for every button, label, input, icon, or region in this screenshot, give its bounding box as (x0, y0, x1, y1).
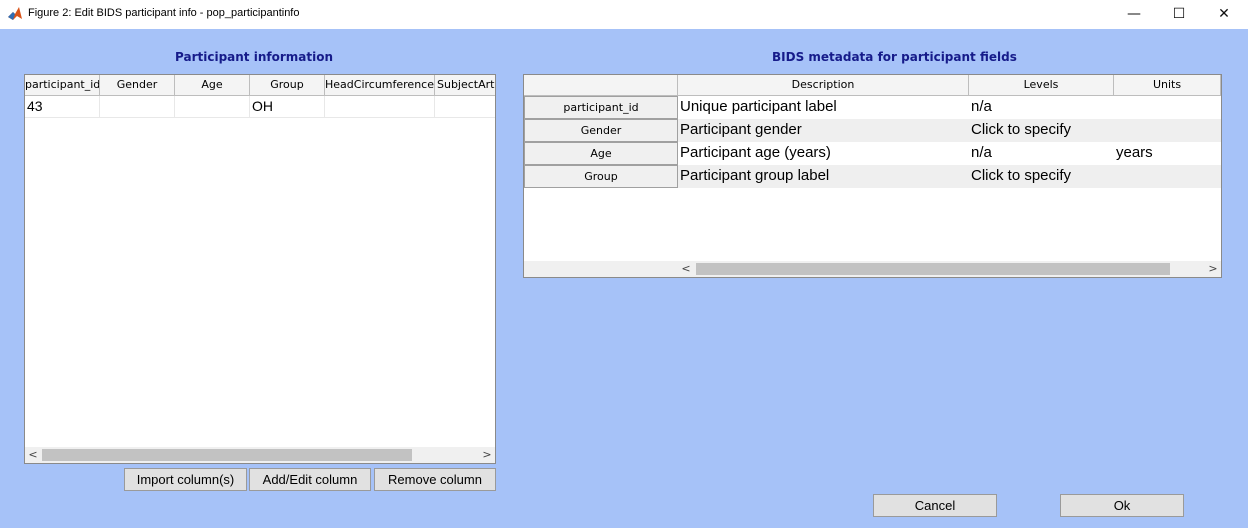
corner-header (524, 75, 678, 96)
import-columns-button[interactable]: Import column(s) (124, 468, 247, 491)
levels-cell[interactable]: Click to specify (969, 119, 1114, 142)
levels-cell[interactable]: n/a (969, 96, 1114, 119)
column-header[interactable]: Gender (100, 75, 175, 96)
participant-table-header: participant_id Gender Age Group HeadCirc… (25, 75, 495, 96)
participant-info-title: Participant information (175, 50, 333, 64)
table-row: Participant age (years) n/a years (678, 142, 1221, 165)
column-header[interactable]: Levels (969, 75, 1114, 96)
horizontal-scrollbar[interactable]: < > (25, 447, 495, 463)
description-cell[interactable]: Unique participant label (678, 96, 969, 119)
row-header-group[interactable]: Group (524, 165, 678, 188)
remove-column-button[interactable]: Remove column (374, 468, 496, 491)
column-header[interactable]: Description (678, 75, 969, 96)
table-cell[interactable] (435, 96, 495, 118)
window-title: Figure 2: Edit BIDS participant info - p… (28, 7, 300, 19)
table-row: Participant gender Click to specify (678, 119, 1221, 142)
table-row: 43 OH (25, 96, 495, 118)
scroll-left-icon[interactable]: < (25, 447, 41, 463)
units-cell[interactable] (1114, 96, 1221, 119)
minimize-button[interactable]: — (1111, 0, 1157, 29)
levels-cell[interactable]: Click to specify (969, 165, 1114, 188)
column-header[interactable]: Units (1114, 75, 1221, 96)
table-cell[interactable] (175, 96, 250, 118)
description-cell[interactable]: Participant gender (678, 119, 969, 142)
units-cell[interactable]: years (1114, 142, 1221, 165)
scroll-left-icon[interactable]: < (678, 261, 694, 277)
row-header-age[interactable]: Age (524, 142, 678, 165)
scroll-thumb[interactable] (696, 263, 1170, 275)
description-cell[interactable]: Participant age (years) (678, 142, 969, 165)
horizontal-scrollbar[interactable]: < > (524, 261, 1221, 277)
cancel-button[interactable]: Cancel (873, 494, 997, 517)
matlab-logo-icon (8, 7, 22, 20)
window-titlebar: Figure 2: Edit BIDS participant info - p… (0, 0, 1248, 29)
column-header[interactable]: Age (175, 75, 250, 96)
table-cell[interactable] (100, 96, 175, 118)
scroll-right-icon[interactable]: > (479, 447, 495, 463)
column-header[interactable]: SubjectArte (435, 75, 495, 96)
bids-metadata-title: BIDS metadata for participant fields (772, 50, 1017, 64)
bids-metadata-table[interactable]: Description Levels Units participant_id … (523, 74, 1222, 278)
column-header[interactable]: HeadCircumference (325, 75, 435, 96)
column-header[interactable]: participant_id (25, 75, 100, 96)
units-cell[interactable] (1114, 119, 1221, 142)
row-header-participant-id[interactable]: participant_id (524, 96, 678, 119)
row-header-gender[interactable]: Gender (524, 119, 678, 142)
add-edit-column-button[interactable]: Add/Edit column (249, 468, 371, 491)
scroll-right-icon[interactable]: > (1205, 261, 1221, 277)
column-header[interactable]: Group (250, 75, 325, 96)
units-cell[interactable] (1114, 165, 1221, 188)
ok-button[interactable]: Ok (1060, 494, 1184, 517)
table-row: Participant group label Click to specify (678, 165, 1221, 188)
table-row: Unique participant label n/a (678, 96, 1221, 119)
scroll-thumb[interactable] (42, 449, 412, 461)
levels-cell[interactable]: n/a (969, 142, 1114, 165)
maximize-button[interactable]: ☐ (1156, 0, 1202, 29)
close-button[interactable]: ✕ (1201, 0, 1247, 29)
bids-table-header: Description Levels Units (524, 75, 1221, 96)
table-cell[interactable] (325, 96, 435, 118)
table-cell[interactable]: OH (250, 96, 325, 118)
table-cell[interactable]: 43 (25, 96, 100, 118)
participant-table[interactable]: participant_id Gender Age Group HeadCirc… (24, 74, 496, 464)
description-cell[interactable]: Participant group label (678, 165, 969, 188)
